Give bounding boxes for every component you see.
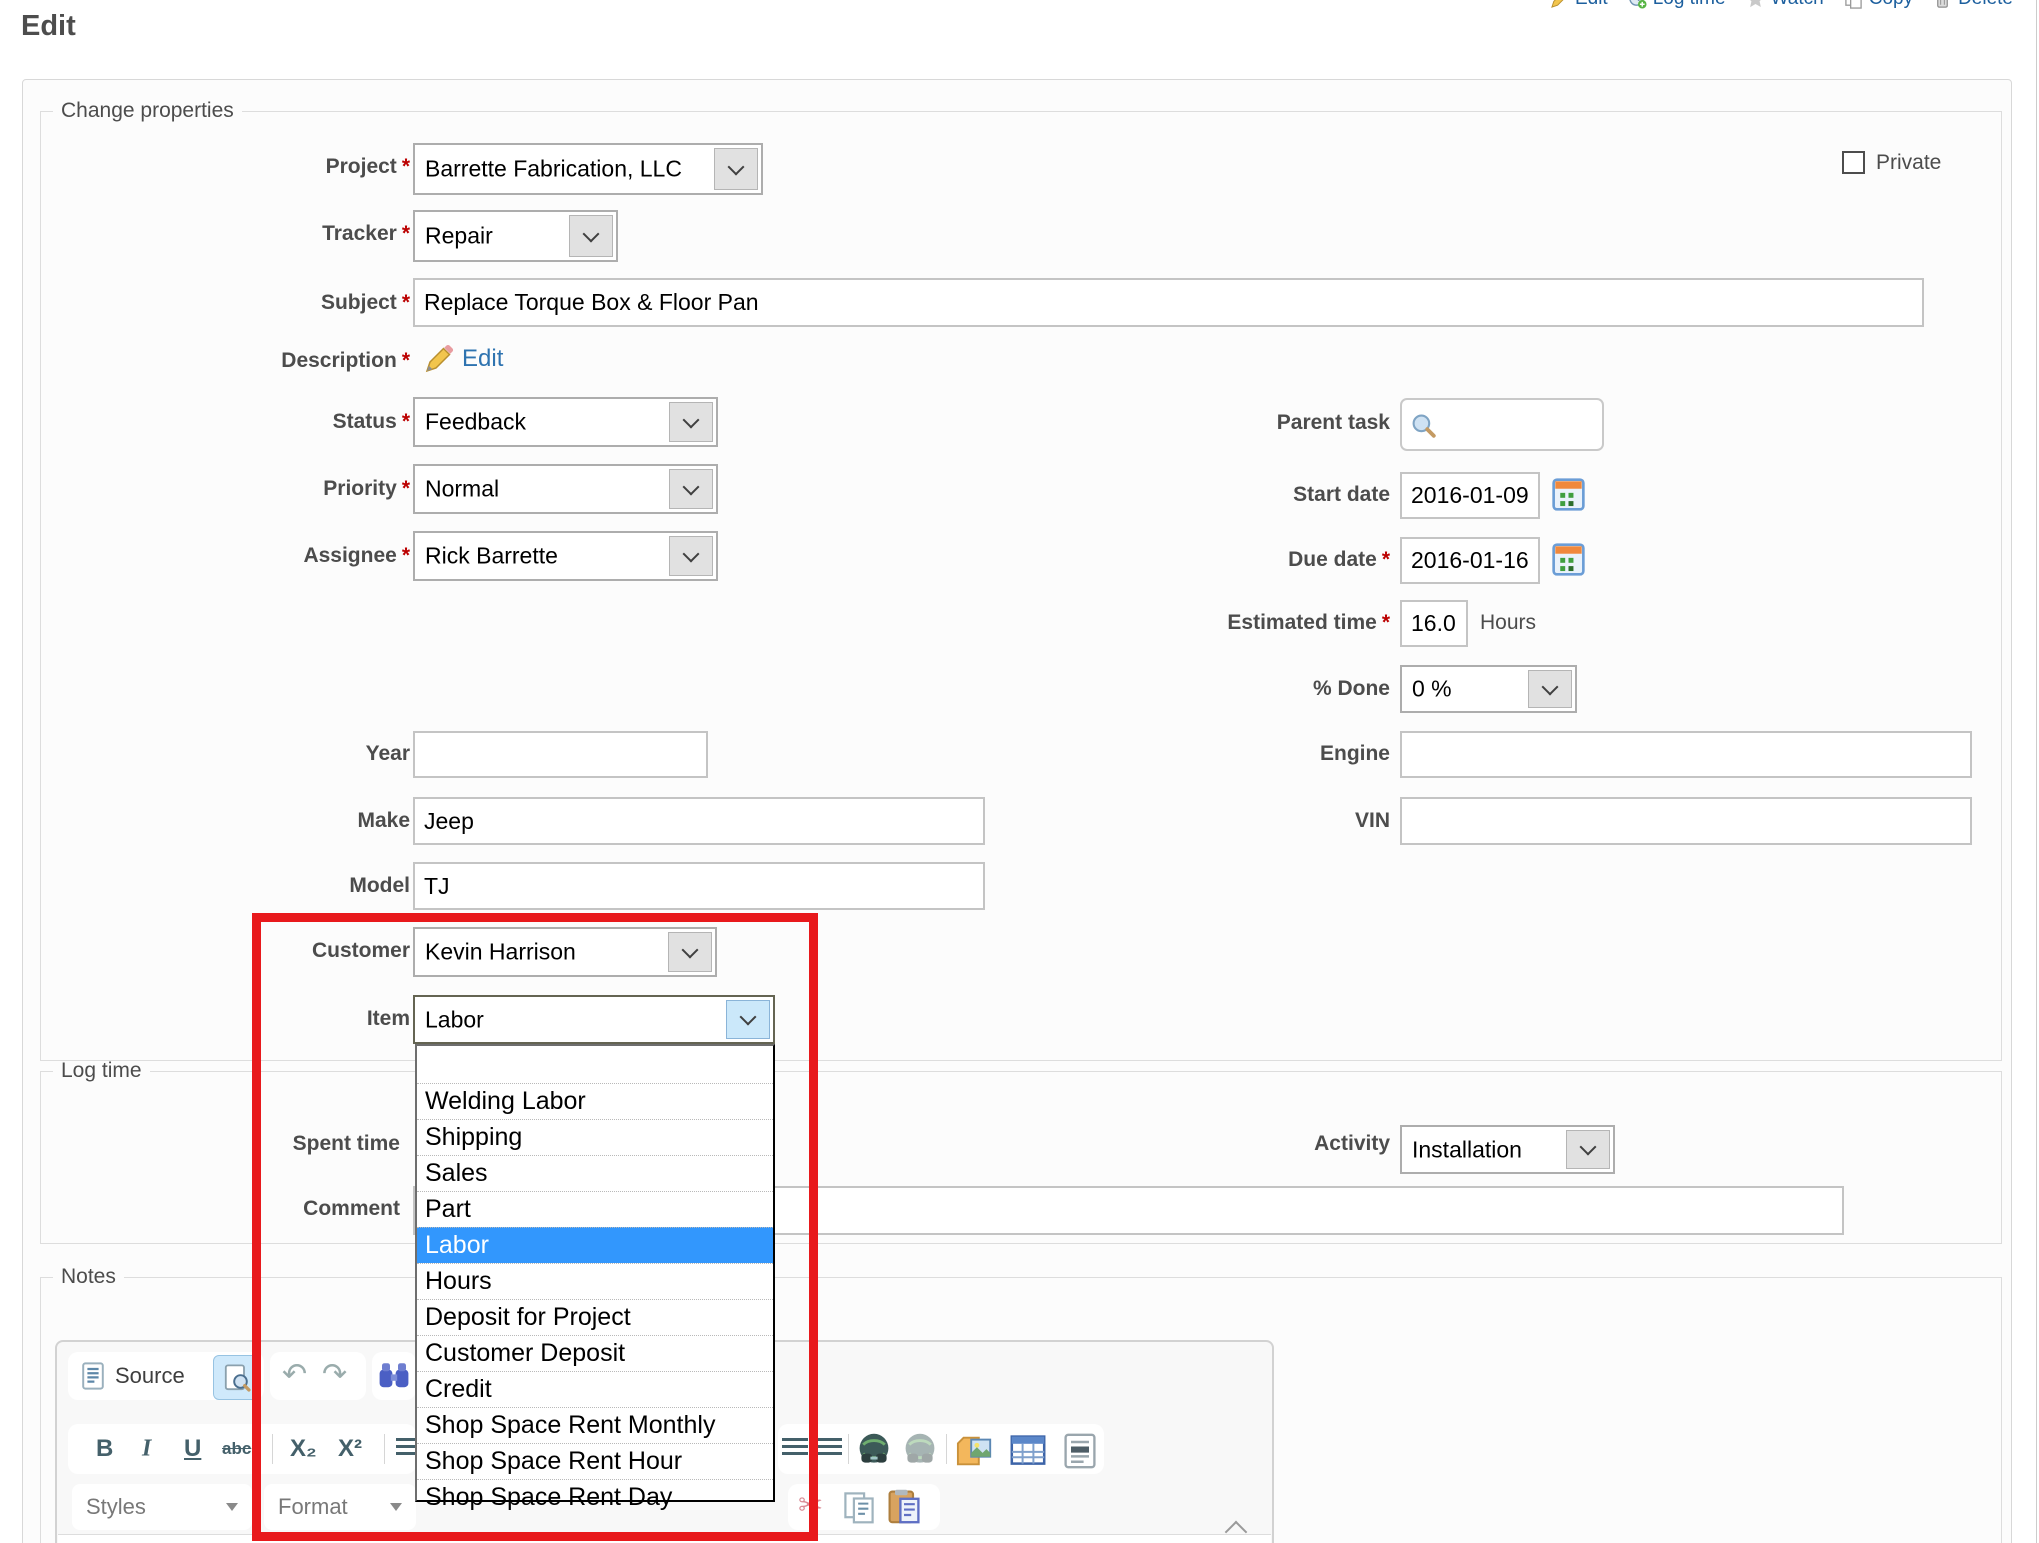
issue-edit-page: Edit Log time Watch Copy Delete Edit Cha…	[0, 0, 2039, 1543]
page-magnifier-icon	[223, 1364, 251, 1392]
change-properties-legend: Change properties	[53, 99, 242, 123]
chevron-down-icon[interactable]	[669, 469, 713, 509]
chevron-down-icon[interactable]	[714, 148, 758, 190]
log-time-action[interactable]: Log time	[1628, 0, 1726, 10]
clock-plus-icon	[1628, 0, 1647, 9]
assignee-label: Assignee*	[40, 544, 410, 568]
hours-suffix: Hours	[1480, 611, 1536, 635]
year-input[interactable]	[413, 731, 708, 778]
estimated-time-input[interactable]	[1400, 600, 1468, 647]
engine-label: Engine	[1070, 742, 1404, 766]
div-block-icon[interactable]	[1062, 1433, 1098, 1469]
calendar-icon[interactable]	[1552, 543, 1585, 576]
start-date-input[interactable]	[1400, 472, 1540, 519]
chevron-down-icon	[226, 1503, 238, 1511]
action-bar: Edit Log time Watch Copy Delete	[1550, 0, 2013, 10]
model-input[interactable]	[413, 862, 985, 910]
description-edit-link[interactable]: Edit	[424, 344, 503, 374]
italic-icon[interactable]: I	[142, 1436, 151, 1463]
project-select[interactable]: Barrette Fabrication, LLC	[413, 143, 763, 195]
unlink-icon[interactable]	[902, 1432, 938, 1468]
subject-input[interactable]	[413, 278, 1924, 327]
year-label: Year	[40, 742, 424, 766]
chevron-down-icon[interactable]	[1528, 670, 1572, 708]
private-checkbox[interactable]	[1842, 151, 1865, 174]
bold-icon[interactable]: B	[96, 1435, 113, 1463]
engine-input[interactable]	[1400, 731, 1972, 778]
pencil-icon	[1550, 0, 1569, 9]
edit-action[interactable]: Edit	[1550, 0, 1608, 10]
copy-action[interactable]: Copy	[1844, 0, 1913, 10]
vin-input[interactable]	[1400, 797, 1972, 845]
project-label: Project*	[40, 155, 410, 179]
watch-action[interactable]: Watch	[1746, 0, 1824, 10]
activity-label: Activity	[1070, 1132, 1404, 1156]
chevron-down-icon[interactable]	[1566, 1130, 1610, 1169]
assignee-select[interactable]: Rick Barrette	[413, 531, 718, 581]
vin-label: VIN	[1070, 809, 1404, 833]
percent-done-label: % Done	[1070, 677, 1404, 701]
percent-done-select[interactable]: 0 %	[1400, 665, 1577, 713]
calendar-icon[interactable]	[1552, 478, 1585, 511]
priority-select[interactable]: Normal	[413, 464, 718, 514]
tracker-select[interactable]: Repair	[413, 210, 618, 262]
pencil-icon	[424, 344, 454, 374]
activity-select[interactable]: Installation	[1400, 1125, 1615, 1174]
annotation-rectangle	[252, 913, 818, 1541]
trash-icon	[1933, 0, 1952, 9]
copy-doc-icon[interactable]	[842, 1490, 876, 1524]
estimated-time-label: Estimated time*	[1070, 611, 1390, 635]
sidebar-divider	[2036, 0, 2037, 1543]
status-label: Status*	[40, 410, 410, 434]
link-icon[interactable]	[856, 1432, 892, 1468]
make-label: Make	[40, 809, 424, 833]
status-select[interactable]: Feedback	[413, 397, 718, 447]
model-label: Model	[40, 874, 424, 898]
paste-icon[interactable]	[886, 1488, 922, 1524]
copy-pages-icon	[1844, 0, 1863, 9]
underline-icon[interactable]: U	[184, 1435, 201, 1463]
parent-task-input[interactable]	[1400, 398, 1604, 451]
toolbar-divider	[848, 1434, 849, 1464]
tracker-label: Tracker*	[40, 222, 410, 246]
image-icon[interactable]	[956, 1432, 994, 1470]
due-date-label: Due date*	[1070, 548, 1390, 572]
start-date-label: Start date	[1070, 483, 1404, 507]
parent-task-label: Parent task	[1070, 411, 1404, 435]
due-date-input[interactable]	[1400, 537, 1540, 584]
source-button[interactable]: Source	[80, 1362, 185, 1390]
page-title: Edit	[21, 10, 76, 43]
description-label: Description*	[40, 349, 410, 373]
private-label: Private	[1876, 151, 1941, 175]
star-icon	[1746, 0, 1765, 9]
log-time-legend: Log time	[53, 1059, 150, 1083]
subject-label: Subject*	[40, 291, 410, 315]
table-icon[interactable]	[1010, 1433, 1046, 1469]
make-input[interactable]	[413, 797, 985, 845]
chevron-down-icon[interactable]	[669, 402, 713, 442]
toolbar-divider	[946, 1434, 947, 1464]
chevron-down-icon[interactable]	[669, 536, 713, 576]
styles-combo[interactable]: Styles	[72, 1484, 252, 1530]
delete-action[interactable]: Delete	[1933, 0, 2013, 10]
priority-label: Priority*	[40, 477, 410, 501]
source-doc-icon	[80, 1362, 106, 1390]
notes-legend: Notes	[53, 1265, 124, 1289]
search-icon	[1411, 413, 1437, 439]
strikethrough-icon[interactable]: abc	[222, 1439, 251, 1459]
chevron-down-icon[interactable]	[569, 215, 613, 257]
